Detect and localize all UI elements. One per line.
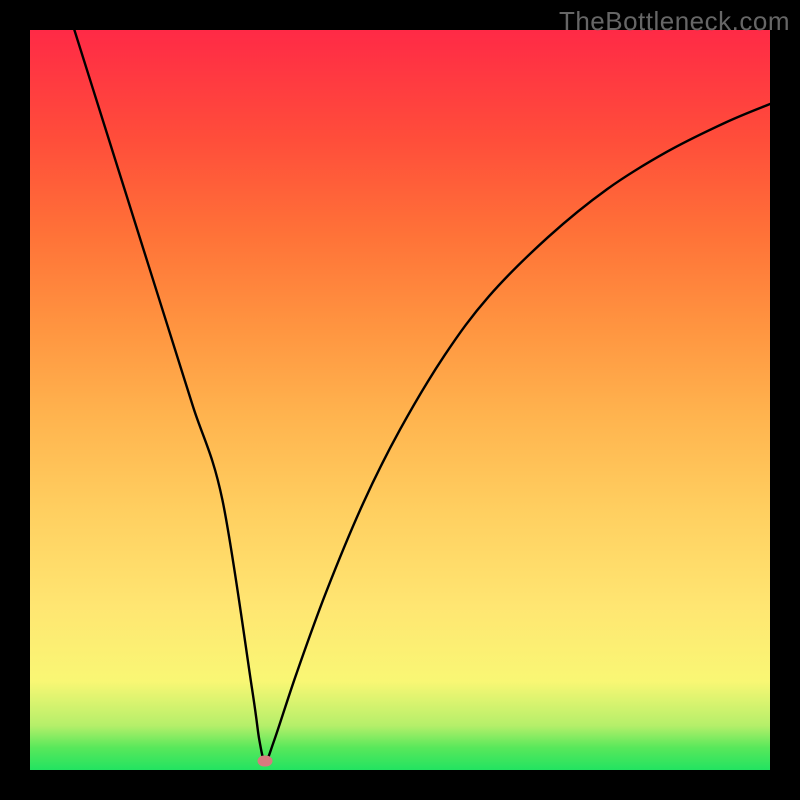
optimal-point-marker [258, 756, 273, 767]
chart-plot-area [30, 30, 770, 770]
chart-frame: TheBottleneck.com [0, 0, 800, 800]
watermark-text: TheBottleneck.com [559, 6, 790, 37]
bottleneck-curve [30, 30, 770, 770]
